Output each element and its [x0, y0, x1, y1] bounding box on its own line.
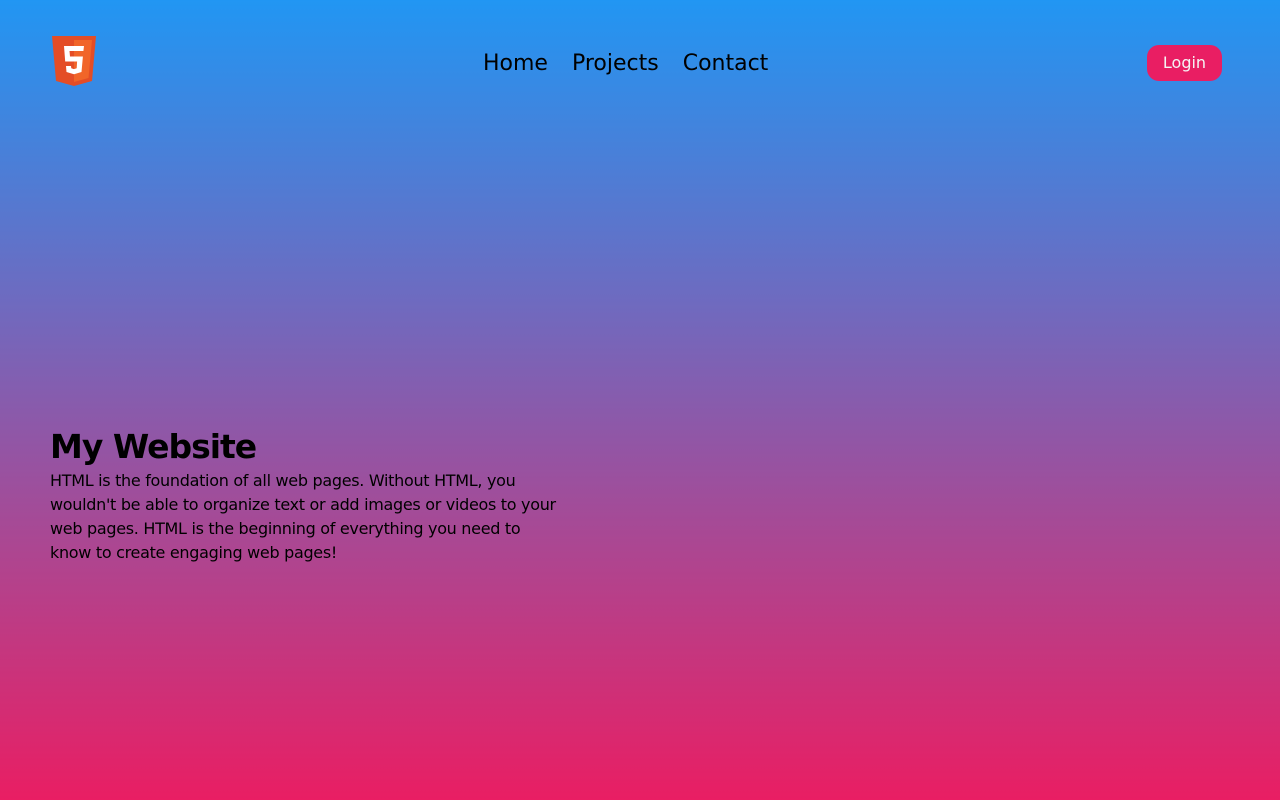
hero-title: My Website: [50, 427, 257, 466]
site-header: Home Projects Contact Login: [0, 0, 1280, 126]
html5-logo-icon[interactable]: [52, 36, 96, 86]
nav-contact-link[interactable]: Contact: [683, 48, 769, 80]
hero-description: HTML is the foundation of all web pages.…: [50, 471, 556, 562]
hero-section: My Website HTML is the foundation of all…: [50, 425, 570, 565]
main-nav: Home Projects Contact: [483, 48, 768, 80]
login-button[interactable]: Login: [1147, 45, 1222, 81]
nav-home-link[interactable]: Home: [483, 48, 548, 80]
nav-projects-link[interactable]: Projects: [572, 48, 659, 80]
